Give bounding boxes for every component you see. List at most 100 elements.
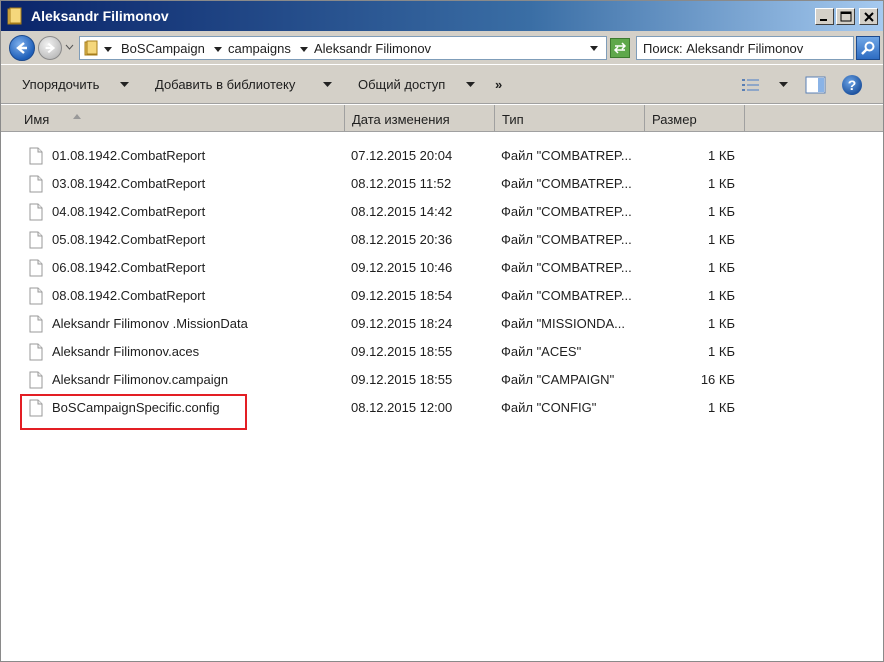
close-button[interactable] [859, 8, 878, 25]
folder-icon [84, 40, 98, 56]
file-icon [29, 259, 43, 277]
search-button[interactable] [856, 36, 880, 60]
file-size: 1 КБ [708, 204, 735, 219]
file-type: Файл "COMBATREP... [501, 176, 632, 191]
file-type: Файл "COMBATREP... [501, 204, 632, 219]
file-icon [29, 315, 43, 333]
help-button[interactable]: ? [842, 75, 862, 95]
address-dropdown-icon[interactable] [590, 46, 598, 51]
file-row[interactable]: 08.08.1942.CombatReport 09.12.2015 18:54… [1, 282, 883, 310]
share-chevron-icon[interactable] [466, 82, 475, 87]
file-row[interactable]: 03.08.1942.CombatReport 08.12.2015 11:52… [1, 170, 883, 198]
file-row[interactable]: Aleksandr Filimonov.campaign 09.12.2015 … [1, 366, 883, 394]
crumb-separator-icon[interactable] [104, 47, 112, 52]
file-name: 04.08.1942.CombatReport [52, 204, 206, 219]
column-header-date[interactable]: Дата изменения [345, 105, 495, 132]
minimize-icon [820, 19, 827, 21]
file-size: 1 КБ [708, 176, 735, 191]
view-options-icon[interactable] [741, 77, 761, 93]
column-header-type[interactable]: Тип [495, 105, 645, 132]
file-type: Файл "COMBATREP... [501, 148, 632, 163]
file-size: 1 КБ [708, 232, 735, 247]
preview-pane-icon[interactable] [805, 76, 827, 94]
file-type: Файл "CONFIG" [501, 400, 597, 415]
file-row[interactable]: 04.08.1942.CombatReport 08.12.2015 14:42… [1, 198, 883, 226]
breadcrumb-aleksandr-filimonov[interactable]: Aleksandr Filimonov [314, 41, 431, 56]
file-row[interactable]: Aleksandr Filimonov .MissionData 09.12.2… [1, 310, 883, 338]
title-bar[interactable]: Aleksandr Filimonov [1, 1, 883, 31]
file-type: Файл "CAMPAIGN" [501, 372, 615, 387]
address-row: BoSCampaign campaigns Aleksandr Filimono… [1, 31, 883, 64]
breadcrumb-campaigns[interactable]: campaigns [228, 41, 291, 56]
file-size: 1 КБ [708, 148, 735, 163]
refresh-button[interactable] [610, 38, 630, 58]
column-header-name[interactable]: Имя [17, 105, 345, 132]
command-bar: Упорядочить Добавить в библиотеку Общий … [1, 64, 883, 104]
search-input[interactable] [643, 40, 849, 56]
column-header-size[interactable]: Размер [645, 105, 745, 132]
organize-menu[interactable]: Упорядочить [22, 77, 99, 92]
file-row[interactable]: 01.08.1942.CombatReport 07.12.2015 20:04… [1, 142, 883, 170]
back-button[interactable] [9, 35, 35, 61]
column-type-label: Тип [502, 112, 524, 127]
recent-pages-chevron-icon[interactable] [65, 44, 74, 50]
refresh-icon [613, 42, 627, 54]
file-type: Файл "COMBATREP... [501, 260, 632, 275]
file-name: 08.08.1942.CombatReport [52, 288, 206, 303]
file-type: Файл "MISSIONDA... [501, 316, 625, 331]
explorer-window: Aleksandr Filimonov BoSCampaign campaign… [0, 0, 884, 662]
file-name: 05.08.1942.CombatReport [52, 232, 206, 247]
file-size: 1 КБ [708, 316, 735, 331]
file-name: 06.08.1942.CombatReport [52, 260, 206, 275]
sort-ascending-icon [73, 114, 81, 119]
folder-icon [7, 7, 22, 25]
file-date: 09.12.2015 18:54 [351, 288, 453, 303]
address-bar[interactable]: BoSCampaign campaigns Aleksandr Filimono… [79, 36, 607, 60]
file-name: Aleksandr Filimonov.aces [52, 344, 200, 359]
file-type: Файл "COMBATREP... [501, 288, 632, 303]
breadcrumb-bos-campaign[interactable]: BoSCampaign [121, 41, 205, 56]
file-date: 08.12.2015 11:52 [351, 176, 452, 191]
window-title: Aleksandr Filimonov [31, 8, 169, 24]
crumb-separator-icon[interactable] [214, 47, 222, 52]
column-headers: Имя Дата изменения Тип Размер [1, 105, 883, 132]
file-name: Aleksandr Filimonov .MissionData [52, 316, 248, 331]
search-icon [861, 41, 875, 55]
file-icon [29, 175, 43, 193]
file-size: 16 КБ [700, 372, 735, 387]
file-icon [29, 371, 43, 389]
maximize-icon [840, 11, 852, 22]
minimize-button[interactable] [815, 8, 834, 25]
file-date: 09.12.2015 10:46 [351, 260, 453, 275]
file-type: Файл "ACES" [501, 344, 582, 359]
file-name: Aleksandr Filimonov.campaign [52, 372, 229, 387]
file-row[interactable]: 05.08.1942.CombatReport 08.12.2015 20:36… [1, 226, 883, 254]
forward-button[interactable] [38, 36, 62, 60]
add-library-chevron-icon[interactable] [323, 82, 332, 87]
file-icon [29, 231, 43, 249]
file-row[interactable]: Aleksandr Filimonov.aces 09.12.2015 18:5… [1, 338, 883, 366]
maximize-button[interactable] [836, 8, 855, 25]
highlight-annotation [20, 394, 247, 430]
file-date: 09.12.2015 18:24 [351, 316, 453, 331]
more-commands-button[interactable]: » [495, 77, 502, 92]
file-date: 08.12.2015 20:36 [351, 232, 453, 247]
file-size: 1 КБ [708, 260, 735, 275]
file-date: 09.12.2015 18:55 [351, 344, 453, 359]
file-icon [29, 343, 43, 361]
search-box[interactable] [636, 36, 854, 60]
crumb-separator-icon[interactable] [300, 47, 308, 52]
view-chevron-icon[interactable] [779, 82, 788, 87]
arrow-right-icon [45, 42, 56, 54]
add-to-library-menu[interactable]: Добавить в библиотеку [155, 77, 295, 92]
file-icon [29, 203, 43, 221]
share-menu[interactable]: Общий доступ [358, 77, 445, 92]
column-size-label: Размер [652, 112, 697, 127]
file-name: 01.08.1942.CombatReport [52, 148, 206, 163]
file-row[interactable]: 06.08.1942.CombatReport 09.12.2015 10:46… [1, 254, 883, 282]
file-size: 1 КБ [708, 288, 735, 303]
column-date-label: Дата изменения [352, 112, 450, 127]
file-name: 03.08.1942.CombatReport [52, 176, 206, 191]
file-date: 09.12.2015 18:55 [351, 372, 453, 387]
organize-chevron-icon[interactable] [120, 82, 129, 87]
